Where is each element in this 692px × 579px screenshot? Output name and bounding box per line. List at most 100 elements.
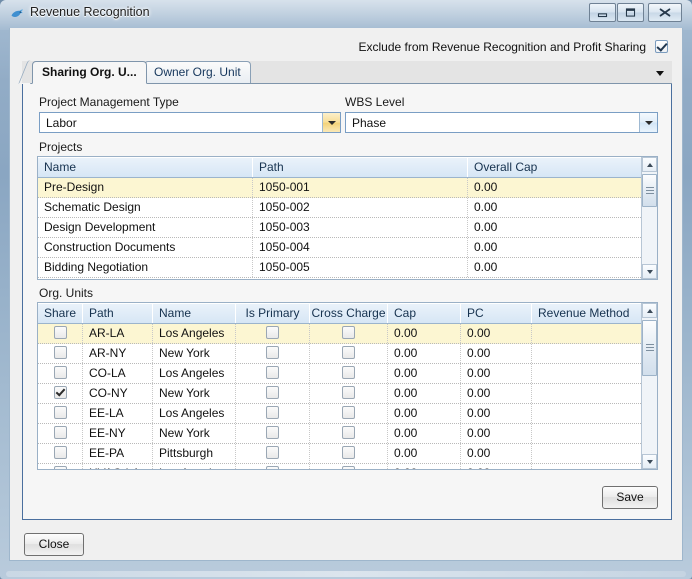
org-units-cell-share[interactable] xyxy=(38,404,83,423)
maximize-button[interactable] xyxy=(617,3,644,22)
org-units-cell-is_primary[interactable] xyxy=(236,404,310,423)
org-units-cell-share[interactable] xyxy=(38,384,83,403)
org-units-is_primary-checkbox[interactable] xyxy=(266,346,279,359)
org-units-share-checkbox[interactable] xyxy=(54,366,67,379)
org-units-share-checkbox[interactable] xyxy=(54,406,67,419)
org-units-cell-share[interactable] xyxy=(38,444,83,463)
org-units-column-header[interactable]: Cap xyxy=(388,303,461,323)
org-units-cell-cross_charge[interactable] xyxy=(310,324,388,343)
org-units-is_primary-checkbox[interactable] xyxy=(266,426,279,439)
org-units-cell-cross_charge[interactable] xyxy=(310,364,388,383)
projects-column-header[interactable]: Path xyxy=(253,157,468,177)
projects-column-header[interactable]: Name xyxy=(38,157,253,177)
scroll-up-icon[interactable] xyxy=(642,157,657,172)
org-units-is_primary-checkbox[interactable] xyxy=(266,466,279,470)
projects-vertical-scrollbar[interactable] xyxy=(641,157,657,279)
save-button[interactable]: Save xyxy=(602,486,658,509)
org-units-share-checkbox[interactable] xyxy=(54,386,67,399)
org-units-cell-cross_charge[interactable] xyxy=(310,444,388,463)
close-button[interactable]: Close xyxy=(24,533,84,556)
org-units-cell-share[interactable] xyxy=(38,324,83,343)
org-units-cross_charge-checkbox[interactable] xyxy=(342,446,355,459)
org-units-vertical-scrollbar[interactable] xyxy=(641,303,657,469)
org-units-cell-cross_charge[interactable] xyxy=(310,464,388,470)
org-units-row[interactable]: AR-LALos Angeles0.000.00 xyxy=(38,324,657,344)
org-units-share-checkbox[interactable] xyxy=(54,346,67,359)
org-units-cell-pc: 0.00 xyxy=(461,364,532,383)
org-units-column-header[interactable]: Revenue Method xyxy=(532,303,642,323)
projects-row[interactable]: Construction Documents1050-0040.00 xyxy=(38,238,657,258)
org-units-cell-path: EE-PA xyxy=(83,444,153,463)
org-units-cell-cross_charge[interactable] xyxy=(310,404,388,423)
scroll-down-icon[interactable] xyxy=(642,264,657,279)
projects-row[interactable]: Design Development1050-0030.00 xyxy=(38,218,657,238)
org-units-cell-revenue_method xyxy=(532,344,642,363)
org-units-cell-is_primary[interactable] xyxy=(236,444,310,463)
scrollbar-thumb[interactable] xyxy=(642,320,657,376)
wbs-level-combo[interactable]: Phase xyxy=(345,112,658,133)
org-units-cell-cross_charge[interactable] xyxy=(310,384,388,403)
org-units-cross_charge-checkbox[interactable] xyxy=(342,466,355,470)
org-units-cross_charge-checkbox[interactable] xyxy=(342,386,355,399)
org-units-cell-share[interactable] xyxy=(38,344,83,363)
org-units-row[interactable]: EE-PAPittsburgh0.000.00 xyxy=(38,444,657,464)
org-units-share-checkbox[interactable] xyxy=(54,466,67,470)
org-units-row[interactable]: EE-LALos Angeles0.000.00 xyxy=(38,404,657,424)
org-units-cell-is_primary[interactable] xyxy=(236,364,310,383)
close-window-button[interactable] xyxy=(648,3,682,22)
org-units-cell-is_primary[interactable] xyxy=(236,344,310,363)
org-units-column-header[interactable]: Share xyxy=(38,303,83,323)
org-units-row[interactable]: CO-NYNew York0.000.00 xyxy=(38,384,657,404)
exclude-label: Exclude from Revenue Recognition and Pro… xyxy=(359,40,647,54)
org-units-row[interactable]: HVAC-LALos Angeles0.000.00 xyxy=(38,464,657,470)
org-units-cell-share[interactable] xyxy=(38,464,83,470)
org-units-row[interactable]: AR-NYNew York0.000.00 xyxy=(38,344,657,364)
wbs-level-label: WBS Level xyxy=(345,95,404,109)
chevron-down-icon[interactable] xyxy=(652,65,668,81)
org-units-cross_charge-checkbox[interactable] xyxy=(342,346,355,359)
org-units-column-header[interactable]: Name xyxy=(153,303,236,323)
org-units-cross_charge-checkbox[interactable] xyxy=(342,406,355,419)
org-units-share-checkbox[interactable] xyxy=(54,426,67,439)
exclude-option-row: Exclude from Revenue Recognition and Pro… xyxy=(10,38,682,58)
org-units-share-checkbox[interactable] xyxy=(54,326,67,339)
org-units-cell-pc: 0.00 xyxy=(461,324,532,343)
org-units-column-header[interactable]: Is Primary xyxy=(236,303,310,323)
org-units-cell-is_primary[interactable] xyxy=(236,464,310,470)
org-units-row[interactable]: EE-NYNew York0.000.00 xyxy=(38,424,657,444)
org-units-cross_charge-checkbox[interactable] xyxy=(342,326,355,339)
org-units-row[interactable]: CO-LALos Angeles0.000.00 xyxy=(38,364,657,384)
org-units-cross_charge-checkbox[interactable] xyxy=(342,426,355,439)
org-units-is_primary-checkbox[interactable] xyxy=(266,366,279,379)
org-units-share-checkbox[interactable] xyxy=(54,446,67,459)
org-units-cross_charge-checkbox[interactable] xyxy=(342,366,355,379)
org-units-cell-cross_charge[interactable] xyxy=(310,424,388,443)
org-units-cell-cross_charge[interactable] xyxy=(310,344,388,363)
tab-owner-org-unit[interactable]: Owner Org. Unit xyxy=(144,61,251,83)
org-units-is_primary-checkbox[interactable] xyxy=(266,386,279,399)
projects-row[interactable]: Bidding Negotiation1050-0050.00 xyxy=(38,258,657,278)
org-units-cell-share[interactable] xyxy=(38,364,83,383)
org-units-is_primary-checkbox[interactable] xyxy=(266,446,279,459)
org-units-cell-is_primary[interactable] xyxy=(236,324,310,343)
org-units-column-header[interactable]: Path xyxy=(83,303,153,323)
projects-column-header[interactable]: Overall Cap xyxy=(468,157,642,177)
org-units-is_primary-checkbox[interactable] xyxy=(266,326,279,339)
org-units-is_primary-checkbox[interactable] xyxy=(266,406,279,419)
exclude-checkbox[interactable] xyxy=(655,40,668,53)
projects-row[interactable]: Pre-Design1050-0010.00 xyxy=(38,178,657,198)
org-units-cell-is_primary[interactable] xyxy=(236,384,310,403)
projects-row[interactable]: Schematic Design1050-0020.00 xyxy=(38,198,657,218)
scrollbar-thumb[interactable] xyxy=(642,174,657,207)
org-units-cell-is_primary[interactable] xyxy=(236,424,310,443)
scroll-up-icon[interactable] xyxy=(642,303,657,318)
wbs-level-dropdown-button[interactable] xyxy=(639,113,657,132)
org-units-cell-share[interactable] xyxy=(38,424,83,443)
org-units-column-header[interactable]: Cross Charge xyxy=(310,303,388,323)
project-management-type-dropdown-button[interactable] xyxy=(322,113,340,132)
minimize-button[interactable] xyxy=(589,3,616,22)
scroll-down-icon[interactable] xyxy=(642,454,657,469)
tab-sharing-org-unit[interactable]: Sharing Org. U... xyxy=(32,61,147,84)
org-units-column-header[interactable]: PC xyxy=(461,303,532,323)
project-management-type-combo[interactable]: Labor xyxy=(39,112,341,133)
